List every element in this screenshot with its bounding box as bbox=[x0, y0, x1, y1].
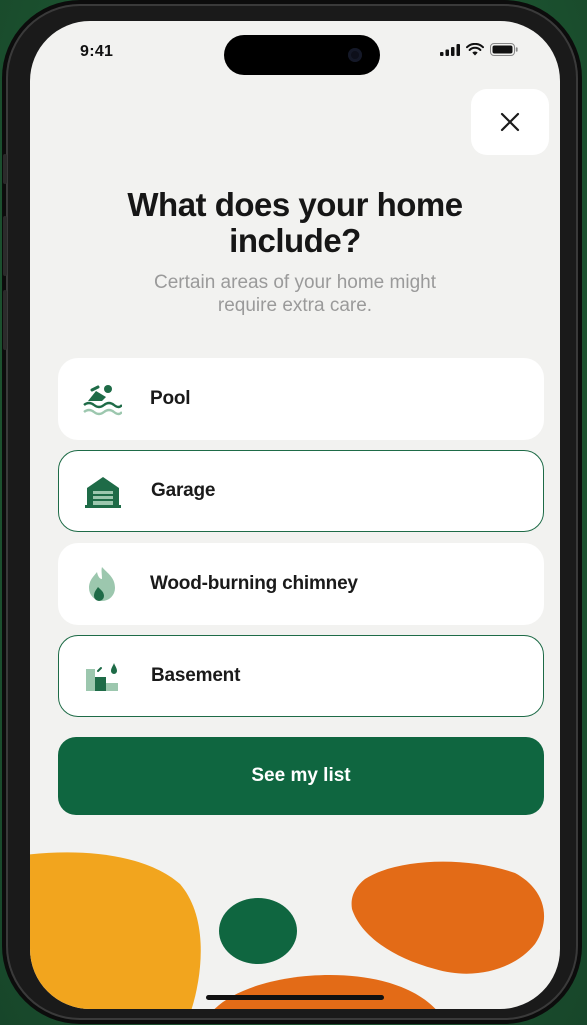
signal-icon bbox=[440, 43, 460, 56]
fire-icon bbox=[82, 564, 122, 604]
page-title: What does your home include? bbox=[70, 187, 520, 259]
green-blob bbox=[219, 898, 297, 964]
orange-blob-bottom bbox=[214, 975, 436, 1009]
decorative-blobs bbox=[30, 852, 545, 1009]
wifi-icon bbox=[466, 43, 484, 56]
option-label: Garage bbox=[151, 480, 216, 501]
option-label: Wood-burning chimney bbox=[150, 573, 358, 594]
home-indicator[interactable] bbox=[206, 995, 384, 1000]
option-label: Basement bbox=[151, 665, 241, 686]
garage-icon bbox=[83, 471, 123, 511]
pool-icon bbox=[82, 379, 122, 419]
option-garage[interactable]: Garage bbox=[58, 450, 544, 532]
action-button bbox=[3, 154, 7, 184]
screen: 9:41 What does your home include? Certai… bbox=[30, 21, 560, 1009]
page-title-line-1: What does your home bbox=[127, 186, 463, 223]
close-button[interactable] bbox=[471, 89, 549, 155]
orange-blob-right bbox=[351, 861, 545, 974]
page-subtitle-line-1: Certain areas of your home might bbox=[154, 272, 436, 293]
basement-icon bbox=[83, 656, 123, 696]
camera-icon bbox=[348, 48, 362, 62]
yellow-blob bbox=[30, 852, 201, 1009]
see-my-list-button[interactable]: See my list bbox=[58, 737, 544, 815]
volume-up-button bbox=[3, 216, 7, 276]
option-pool[interactable]: Pool bbox=[58, 358, 544, 440]
phone-frame: 9:41 What does your home include? Certai… bbox=[3, 4, 578, 1020]
status-time: 9:41 bbox=[80, 43, 114, 60]
volume-down-button bbox=[3, 290, 7, 350]
option-wood-burning-chimney[interactable]: Wood-burning chimney bbox=[58, 543, 544, 625]
dynamic-island bbox=[224, 35, 380, 75]
close-icon bbox=[500, 112, 520, 132]
page-title-line-2: include? bbox=[229, 222, 361, 259]
status-icons bbox=[440, 43, 518, 56]
page-subtitle: Certain areas of your home might require… bbox=[90, 271, 500, 317]
page-subtitle-line-2: require extra care. bbox=[217, 295, 373, 316]
battery-icon bbox=[490, 43, 518, 56]
option-basement[interactable]: Basement bbox=[58, 635, 544, 717]
option-label: Pool bbox=[150, 388, 191, 409]
